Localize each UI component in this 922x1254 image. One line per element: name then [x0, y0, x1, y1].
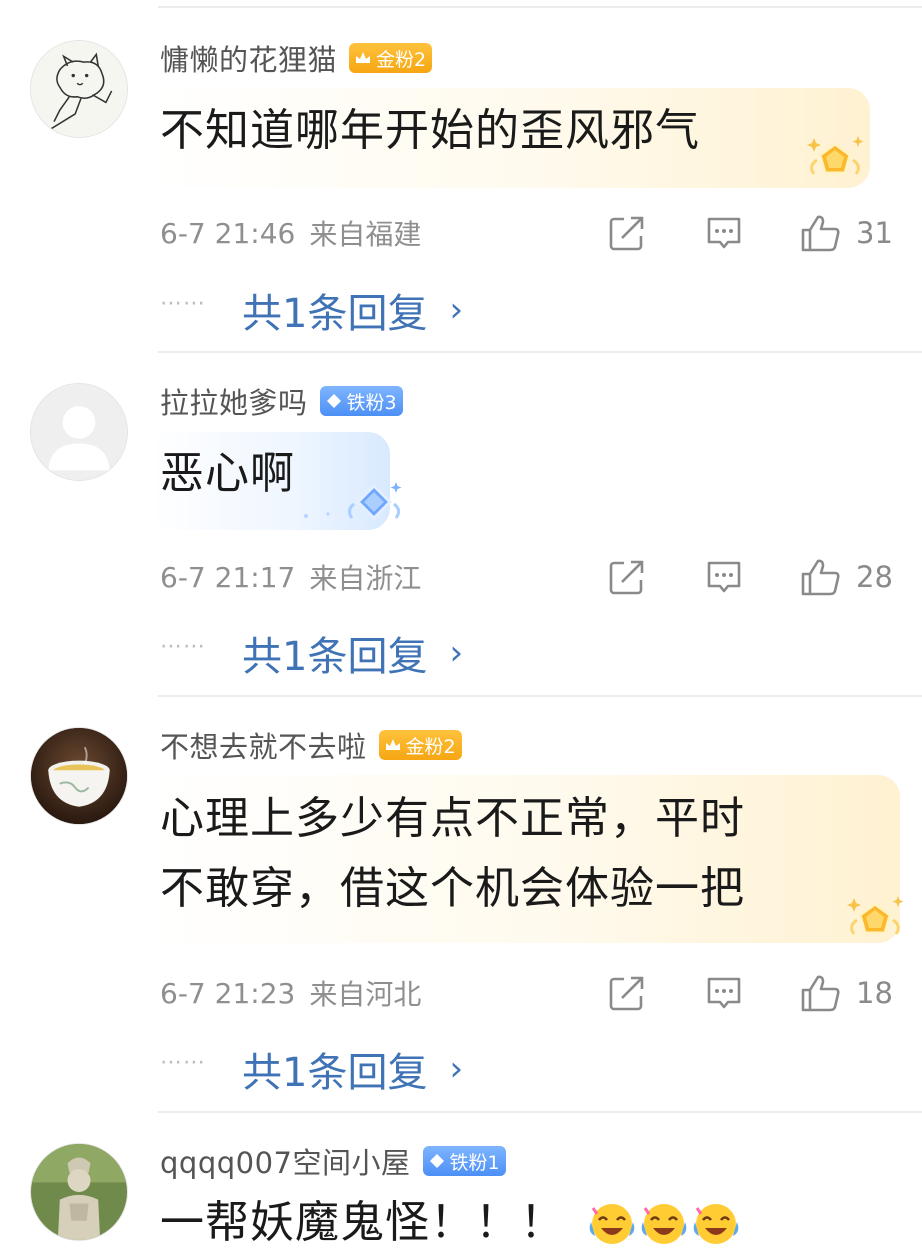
comment-text: 一帮妖魔鬼怪！！！	[160, 1192, 741, 1254]
like-button[interactable]: 28	[800, 555, 893, 599]
comment-time: 6-7 21:23	[160, 976, 296, 1010]
laughing-crying-emoji-icon	[641, 1204, 687, 1244]
avatar[interactable]	[30, 383, 128, 481]
chevron-right-icon: ›	[449, 1049, 464, 1089]
comment-text: 心理上多少有点不正常，平时 不敢穿，借这个机会体验一把	[160, 788, 745, 920]
crown-icon	[353, 48, 373, 68]
comment-divider	[158, 695, 922, 697]
username[interactable]: qqqq007空间小屋	[160, 1140, 411, 1182]
comment-text-line: 恶心啊	[160, 448, 295, 499]
badge-label: 铁粉3	[346, 391, 397, 414]
share-button[interactable]	[608, 211, 646, 255]
view-replies-link[interactable]: ⋯⋯ 共1条回复 ›	[160, 280, 463, 340]
chevron-right-icon: ›	[449, 633, 464, 673]
like-button[interactable]: 18	[800, 971, 893, 1015]
laughing-crying-emoji-icon	[589, 1204, 635, 1244]
username[interactable]: 拉拉她爹吗	[160, 380, 308, 422]
reply-dots: ⋯⋯	[160, 290, 206, 316]
comment-location: 来自福建	[309, 218, 422, 251]
like-count: 18	[856, 976, 893, 1010]
thumbs-up-icon	[801, 215, 840, 252]
gold-pentagon-icon	[840, 890, 910, 950]
reply-count-text[interactable]: 共1条回复	[242, 1040, 427, 1098]
reply-count-text[interactable]: 共1条回复	[242, 624, 427, 682]
gold-pentagon-icon	[800, 130, 870, 190]
badge-label: 铁粉1	[449, 1151, 500, 1174]
share-button[interactable]	[608, 555, 646, 599]
comment-meta: 6-7 21:46 来自福建	[160, 211, 421, 255]
comment-divider	[158, 6, 922, 8]
comment-text: 恶心啊	[160, 443, 295, 505]
statue-avatar-icon	[31, 1144, 127, 1240]
chevron-right-icon: ›	[449, 290, 464, 330]
comment-icon	[707, 977, 741, 1009]
comment-icon	[707, 217, 741, 249]
comment-header: 不想去就不去啦 金粉2	[160, 725, 462, 765]
reply-count-text[interactable]: 共1条回复	[242, 281, 427, 339]
fan-badge[interactable]: 金粉2	[349, 43, 433, 73]
comment-meta: 6-7 21:17 来自浙江	[160, 555, 421, 599]
comment-text-content: 一帮妖魔鬼怪！！！	[160, 1197, 565, 1248]
default-user-avatar-icon	[31, 384, 127, 480]
blue-diamond-icon	[300, 478, 410, 528]
username[interactable]: 不想去就不去啦	[160, 724, 367, 766]
comment-header: qqqq007空间小屋 铁粉1	[160, 1141, 506, 1181]
comment-time: 6-7 21:17	[160, 560, 296, 594]
reply-dots: ⋯⋯	[160, 633, 206, 659]
thumbs-up-icon	[801, 975, 840, 1012]
fan-badge[interactable]: 金粉2	[378, 730, 462, 760]
comment-button[interactable]	[705, 971, 743, 1015]
fan-badge[interactable]: 铁粉3	[319, 386, 403, 416]
comment-text-line: 不知道哪年开始的歪风邪气	[160, 105, 700, 156]
comment-text-line: 不敢穿，借这个机会体验一把	[160, 863, 745, 914]
comment-meta: 6-7 21:23 来自河北	[160, 971, 421, 1015]
comment-button[interactable]	[705, 555, 743, 599]
laughing-crying-emoji-icon	[693, 1204, 739, 1244]
share-button[interactable]	[608, 971, 646, 1015]
comment-header: 拉拉她爹吗 铁粉3	[160, 381, 403, 421]
tea-cup-avatar-icon	[31, 728, 127, 824]
badge-label: 金粉2	[405, 735, 456, 758]
comment-divider	[158, 351, 922, 353]
comment-header: 慵懒的花狸猫 金粉2	[160, 37, 433, 79]
emoji-group	[587, 1198, 741, 1248]
badge-label: 金粉2	[376, 48, 427, 71]
like-count: 28	[856, 560, 893, 594]
comment-text-line: 心理上多少有点不正常，平时	[160, 793, 745, 844]
reply-dots: ⋯⋯	[160, 1049, 206, 1075]
crown-icon	[383, 735, 403, 755]
like-button[interactable]: 31	[800, 211, 893, 255]
username[interactable]: 慵懒的花狸猫	[160, 37, 337, 79]
view-replies-link[interactable]: ⋯⋯ 共1条回复 ›	[160, 1039, 463, 1099]
comment-time: 6-7 21:46	[160, 216, 296, 250]
comment-text: 不知道哪年开始的歪风邪气	[160, 100, 700, 162]
comment-divider	[158, 1111, 922, 1113]
like-count: 31	[856, 216, 893, 250]
avatar[interactable]	[30, 1143, 128, 1241]
avatar[interactable]	[30, 727, 128, 825]
view-replies-link[interactable]: ⋯⋯ 共1条回复 ›	[160, 623, 463, 683]
thumbs-up-icon	[801, 559, 840, 596]
diamond-icon	[324, 391, 344, 411]
comment-button[interactable]	[705, 211, 743, 255]
avatar[interactable]	[30, 40, 128, 138]
diamond-icon	[427, 1151, 447, 1171]
fan-badge[interactable]: 铁粉1	[422, 1146, 506, 1176]
comment-text-line: 一帮妖魔鬼怪！！！	[160, 1192, 741, 1254]
comment-location: 来自浙江	[309, 562, 422, 595]
comment-icon	[707, 561, 741, 593]
share-icon	[609, 976, 644, 1011]
share-icon	[609, 216, 644, 251]
comment-location: 来自河北	[309, 978, 422, 1011]
cat-sketch-avatar-icon	[31, 41, 127, 137]
share-icon	[609, 560, 644, 595]
